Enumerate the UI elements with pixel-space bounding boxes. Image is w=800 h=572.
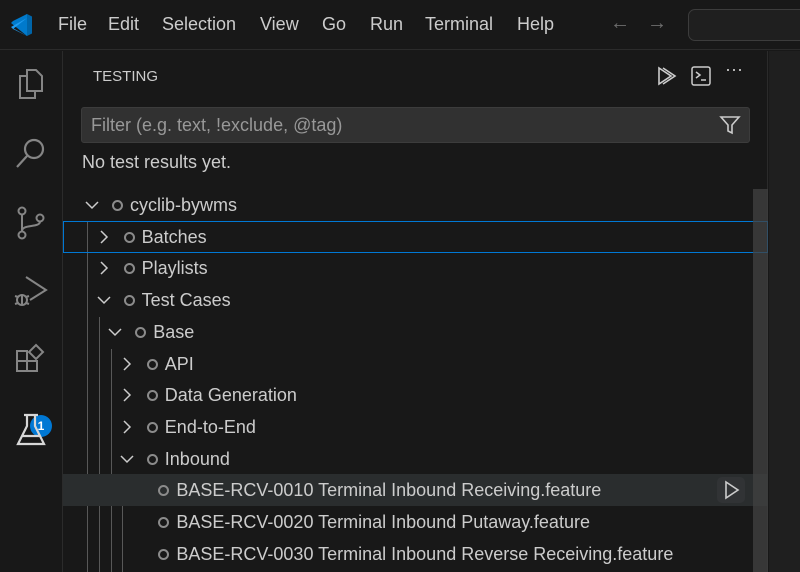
search-icon[interactable] — [12, 134, 50, 172]
test-status-unset-icon — [158, 485, 170, 497]
menu-terminal[interactable]: Terminal — [425, 14, 493, 35]
extensions-icon[interactable] — [12, 341, 50, 379]
more-actions-icon[interactable]: ··· — [725, 59, 747, 81]
chevron-down-icon[interactable] — [84, 197, 100, 213]
testing-flask-icon[interactable] — [12, 411, 50, 449]
menu-file[interactable]: File — [58, 14, 87, 35]
run-debug-icon[interactable] — [12, 273, 50, 311]
tree-item[interactable]: BASE-RCV-0020 Terminal Inbound Putaway.f… — [63, 506, 768, 538]
test-status-unset-icon — [146, 390, 158, 402]
chevron-right-icon[interactable] — [119, 419, 135, 435]
menu-selection[interactable]: Selection — [162, 14, 236, 35]
test-status-unset-icon — [123, 295, 135, 307]
menu-go[interactable]: Go — [322, 14, 346, 35]
tree-item-label: Data Generation — [164, 385, 297, 406]
tree-scrollbar[interactable] — [753, 189, 768, 572]
tree-item-label: cyclib-bywms — [130, 195, 238, 215]
tree-item[interactable]: Base — [63, 316, 768, 348]
command-center[interactable] — [688, 9, 800, 41]
tree-item-label: API — [164, 353, 194, 374]
no-results-message: No test results yet. — [82, 152, 232, 172]
source-control-icon[interactable] — [12, 204, 50, 242]
back-arrow-icon[interactable]: ← — [610, 12, 630, 35]
vscode-logo-icon — [11, 14, 32, 36]
run-all-tests-icon[interactable] — [655, 65, 677, 87]
menu-run[interactable]: Run — [370, 14, 403, 35]
test-status-unset-icon — [158, 548, 170, 560]
explorer-icon[interactable] — [12, 65, 50, 103]
chevron-down-icon[interactable] — [119, 451, 135, 467]
chevron-right-icon[interactable] — [119, 387, 135, 403]
tree-item[interactable]: cyclib-bywms — [63, 189, 768, 221]
tree-item[interactable]: End-to-End — [63, 411, 768, 443]
chevron-right-icon[interactable] — [96, 260, 112, 276]
filter-input[interactable] — [91, 108, 691, 142]
test-status-unset-icon — [135, 326, 147, 338]
filter-icon[interactable] — [719, 114, 741, 136]
tree-item-label: BASE-RCV-0020 Terminal Inbound Putaway.f… — [176, 512, 590, 532]
tree-item-label: Inbound — [164, 448, 230, 469]
chevron-right-icon[interactable] — [96, 229, 112, 245]
tree-item-label: End-to-End — [164, 416, 256, 437]
forward-arrow-icon[interactable]: → — [647, 12, 667, 35]
menu-help[interactable]: Help — [517, 14, 554, 35]
test-status-unset-icon — [146, 453, 158, 465]
chevron-down-icon[interactable] — [96, 292, 112, 308]
tree-item-label: Batches — [141, 226, 207, 247]
tree-item[interactable]: BASE-RCV-0030 Terminal Inbound Reverse R… — [63, 538, 768, 570]
activity-bar: 1 — [0, 51, 63, 572]
tree-item[interactable]: Inbound — [63, 443, 768, 475]
editor-area — [769, 51, 800, 572]
tree-item-label: Test Cases — [141, 290, 231, 311]
title-bar: File Edit Selection View Go Run Terminal… — [0, 0, 800, 50]
tree-item[interactable]: API — [63, 348, 768, 380]
tree-item[interactable]: Playlists — [63, 252, 768, 284]
sidebar-title: TESTING — [93, 68, 159, 85]
tree-item-label: BASE-RCV-0030 Terminal Inbound Reverse R… — [176, 543, 674, 564]
test-status-unset-icon — [146, 421, 158, 433]
tree-item-label: BASE-RCV-0010 Terminal Inbound Receiving… — [176, 480, 602, 501]
test-status-unset-icon — [146, 358, 158, 370]
tree-item[interactable]: Batches — [63, 220, 768, 253]
tree-item-label: Base — [153, 321, 195, 342]
testing-sidebar: TESTING ··· No test results yet. cyclib-… — [63, 51, 768, 572]
run-test-button[interactable] — [717, 477, 745, 504]
tree-item-label: Playlists — [141, 258, 208, 279]
play-icon — [725, 480, 740, 500]
test-filter-field[interactable] — [81, 107, 750, 143]
tree-item[interactable]: BASE-RCV-0010 Terminal Inbound Receiving… — [63, 474, 768, 507]
chevron-down-icon[interactable] — [107, 324, 123, 340]
show-output-terminal-icon[interactable] — [690, 65, 712, 87]
test-status-unset-icon — [123, 263, 135, 275]
tree-item[interactable]: Data Generation — [63, 379, 768, 411]
test-status-unset-icon — [123, 231, 135, 243]
menu-edit[interactable]: Edit — [108, 14, 139, 35]
tree-item[interactable]: Test Cases — [63, 284, 768, 316]
test-status-unset-icon — [112, 200, 123, 211]
chevron-right-icon[interactable] — [119, 356, 135, 372]
test-status-unset-icon — [158, 517, 170, 528]
menu-view[interactable]: View — [260, 14, 299, 35]
